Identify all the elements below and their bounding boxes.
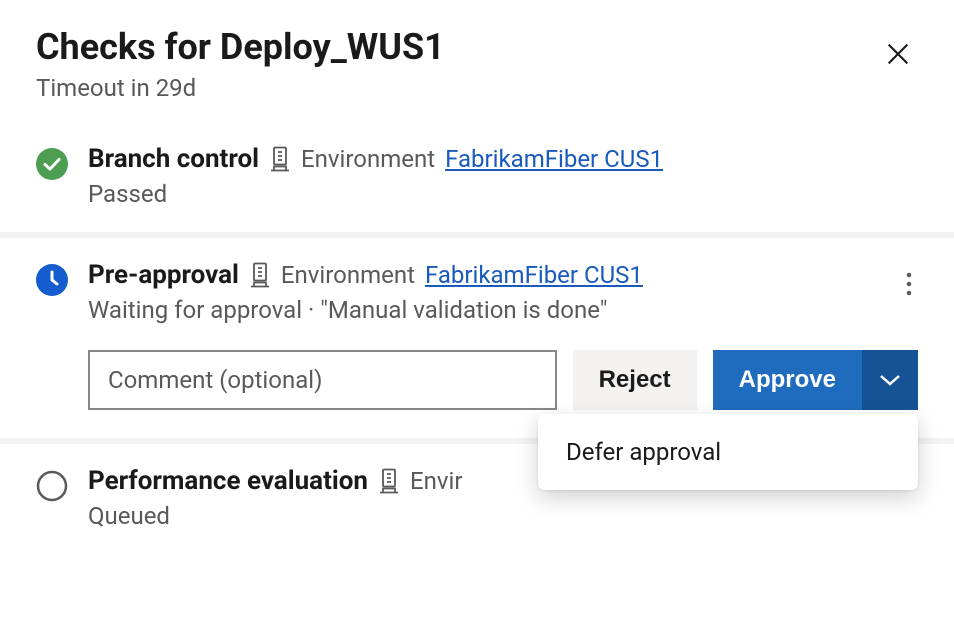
environment-link[interactable]: FabrikamFiber CUS1 — [445, 145, 663, 173]
environment-link[interactable]: FabrikamFiber CUS1 — [425, 261, 643, 289]
environment-icon — [269, 146, 291, 172]
check-title: Performance evaluation — [88, 466, 368, 496]
check-item-pre-approval: Pre-approval Environment FabrikamFiber C… — [0, 238, 954, 438]
environment-label: Environment — [301, 145, 435, 173]
close-button[interactable] — [878, 34, 918, 77]
approve-dropdown-toggle[interactable] — [862, 350, 918, 410]
close-icon — [884, 40, 912, 68]
check-item-branch-control: Branch control Environment FabrikamFiber… — [0, 122, 954, 232]
approve-dropdown-menu: Defer approval — [538, 414, 918, 490]
more-actions-button[interactable] — [900, 266, 918, 305]
environment-label: Environment — [281, 261, 415, 289]
status-queued-icon — [36, 470, 68, 502]
comment-input[interactable] — [88, 350, 557, 410]
status-waiting-icon — [36, 264, 68, 296]
check-status-text: Waiting for approval · "Manual validatio… — [88, 296, 918, 324]
check-status-text: Passed — [88, 180, 918, 208]
chevron-down-icon — [879, 373, 901, 387]
status-passed-icon — [36, 148, 68, 180]
reject-button[interactable]: Reject — [573, 350, 697, 410]
panel-header: Checks for Deploy_WUS1 Timeout in 29d — [0, 0, 954, 122]
environment-icon — [249, 262, 271, 288]
panel-subtitle: Timeout in 29d — [36, 74, 445, 102]
environment-icon — [378, 468, 400, 494]
check-title: Pre-approval — [88, 260, 239, 290]
check-status-text: Queued — [88, 502, 918, 530]
defer-approval-item[interactable]: Defer approval — [538, 422, 918, 482]
environment-label: Envir — [410, 467, 463, 495]
check-title: Branch control — [88, 144, 259, 174]
panel-title: Checks for Deploy_WUS1 — [36, 28, 445, 68]
more-vertical-icon — [906, 272, 912, 296]
approve-button[interactable]: Approve — [713, 350, 862, 410]
